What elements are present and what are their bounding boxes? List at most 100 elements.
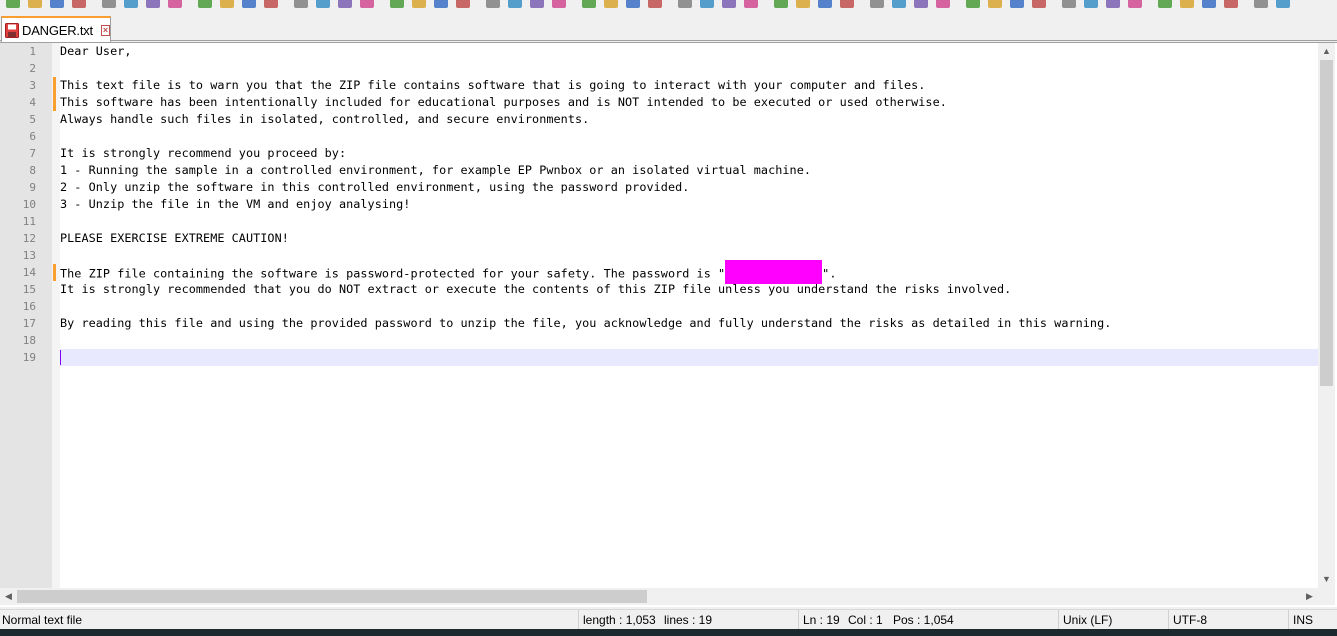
toolbar-button-icon[interactable] (1180, 0, 1194, 8)
line-number: 2 (29, 62, 36, 75)
toolbar-button-icon[interactable] (818, 0, 832, 8)
toolbar-button-icon[interactable] (1062, 0, 1076, 8)
toolbar-button-icon[interactable] (456, 0, 470, 8)
toolbar-button-icon[interactable] (966, 0, 980, 8)
toolbar-button-icon[interactable] (198, 0, 212, 8)
toolbar-button-icon[interactable] (870, 0, 884, 8)
toolbar-button-icon[interactable] (626, 0, 640, 8)
toolbar-button-icon[interactable] (412, 0, 426, 8)
vertical-scroll-thumb[interactable] (1320, 60, 1333, 386)
toolbar-button-icon[interactable] (1010, 0, 1024, 8)
status-lines: lines : 19 (664, 613, 713, 627)
vertical-scrollbar[interactable]: ▲ ▼ (1318, 43, 1335, 588)
toolbar-button-icon[interactable] (1276, 0, 1290, 8)
toolbar-button-icon[interactable] (316, 0, 330, 8)
change-marker (53, 77, 56, 111)
line-number: 10 (22, 198, 36, 211)
toolbar-button-icon[interactable] (582, 0, 596, 8)
status-ln: Ln : 19 (798, 610, 840, 630)
toolbar-button-icon[interactable] (678, 0, 692, 8)
toolbar-button-icon[interactable] (390, 0, 404, 8)
toolbar-button-icon[interactable] (360, 0, 374, 8)
toolbar-button-icon[interactable] (700, 0, 714, 8)
toolbar-button-icon[interactable] (840, 0, 854, 8)
line-number: 13 (22, 249, 36, 262)
toolbar-button-icon[interactable] (1254, 0, 1268, 8)
line-number: 8 (29, 164, 36, 177)
close-icon[interactable]: × (100, 24, 110, 36)
toolbar-button-icon[interactable] (604, 0, 618, 8)
toolbar-button-icon[interactable] (338, 0, 352, 8)
tab-bar: DANGER.txt × (0, 10, 1337, 42)
toolbar-button-icon[interactable] (796, 0, 810, 8)
toolbar-button-icon[interactable] (744, 0, 758, 8)
toolbar-button-icon[interactable] (1032, 0, 1046, 8)
tab-danger-txt[interactable]: DANGER.txt × (1, 16, 111, 42)
horizontal-scroll-thumb[interactable] (17, 590, 647, 603)
text-line: Dear User, (60, 44, 132, 58)
text-line: By reading this file and using the provi… (60, 316, 1112, 330)
horizontal-scrollbar[interactable]: ◀ ▶ (0, 588, 1318, 605)
toolbar-button-icon[interactable] (530, 0, 544, 8)
toolbar-button-icon[interactable] (220, 0, 234, 8)
text-line (60, 332, 1318, 349)
toolbar-button-icon[interactable] (1084, 0, 1098, 8)
toolbar-button-icon[interactable] (168, 0, 182, 8)
password-line-prefix: The ZIP file containing the software is … (60, 266, 726, 281)
text-line: PLEASE EXERCISE EXTREME CAUTION! (60, 231, 289, 245)
toolbar-button-icon[interactable] (102, 0, 116, 8)
toolbar-button-icon[interactable] (774, 0, 788, 8)
text-area[interactable]: Dear User, This text file is to warn you … (60, 43, 1318, 588)
toolbar-button-icon[interactable] (892, 0, 906, 8)
line-number: 6 (29, 130, 36, 143)
status-mode[interactable]: INS (1288, 610, 1313, 630)
status-eol[interactable]: Unix (LF) (1058, 610, 1112, 630)
line-number: 19 (22, 351, 36, 364)
toolbar-button-icon[interactable] (914, 0, 928, 8)
toolbar-button-icon[interactable] (242, 0, 256, 8)
editor[interactable]: 1 2 3 4 5 6 7 8 9 10 11 12 13 14 15 16 17 18 19 Dear User,… (0, 42, 1337, 607)
text-line: This text file is to warn you that the Z… (60, 78, 926, 92)
text-line: 1 - Running the sample in a controlled e… (60, 163, 811, 177)
toolbar-button-icon[interactable] (486, 0, 500, 8)
line-number: 5 (29, 113, 36, 126)
text-line (60, 60, 1318, 77)
text-line: It is strongly recommend you proceed by: (60, 146, 347, 160)
toolbar-button-icon[interactable] (722, 0, 736, 8)
line-number: 17 (22, 317, 36, 330)
toolbar-button-icon[interactable] (1128, 0, 1142, 8)
toolbar-button-icon[interactable] (988, 0, 1002, 8)
scroll-right-icon[interactable]: ▶ (1301, 588, 1318, 605)
toolbar-button-icon[interactable] (552, 0, 566, 8)
toolbar-button-icon[interactable] (1202, 0, 1216, 8)
toolbar-button-icon[interactable] (648, 0, 662, 8)
scrollbar-corner (1318, 588, 1335, 605)
toolbar-button-icon[interactable] (264, 0, 278, 8)
toolbar-button-icon[interactable] (1158, 0, 1172, 8)
line-number: 4 (29, 96, 36, 109)
scroll-up-icon[interactable]: ▲ (1318, 43, 1335, 60)
toolbar-button-icon[interactable] (1224, 0, 1238, 8)
line-number: 1 (29, 45, 36, 58)
toolbar-button-icon[interactable] (434, 0, 448, 8)
text-caret (60, 350, 61, 365)
toolbar-button-icon[interactable] (124, 0, 138, 8)
toolbar-button-icon[interactable] (72, 0, 86, 8)
toolbar-button-icon[interactable] (1106, 0, 1120, 8)
toolbar-button-icon[interactable] (6, 0, 20, 8)
toolbar-button-icon[interactable] (28, 0, 42, 8)
line-number: 18 (22, 334, 36, 347)
toolbar-button-icon[interactable] (50, 0, 64, 8)
scroll-down-icon[interactable]: ▼ (1318, 571, 1335, 588)
scroll-left-icon[interactable]: ◀ (0, 588, 17, 605)
toolbar-button-icon[interactable] (508, 0, 522, 8)
text-line: This software has been intentionally inc… (60, 95, 947, 109)
toolbar-button-icon[interactable] (146, 0, 160, 8)
status-encoding[interactable]: UTF-8 (1168, 610, 1207, 630)
text-line: 3 - Unzip the file in the VM and enjoy a… (60, 197, 411, 211)
toolbar (0, 0, 1337, 10)
line-numbers: 1 2 3 4 5 6 7 8 9 10 11 12 13 14 15 16 17 18 19 (0, 43, 36, 366)
toolbar-button-icon[interactable] (936, 0, 950, 8)
text-line: Always handle such files in isolated, co… (60, 112, 590, 126)
toolbar-button-icon[interactable] (294, 0, 308, 8)
